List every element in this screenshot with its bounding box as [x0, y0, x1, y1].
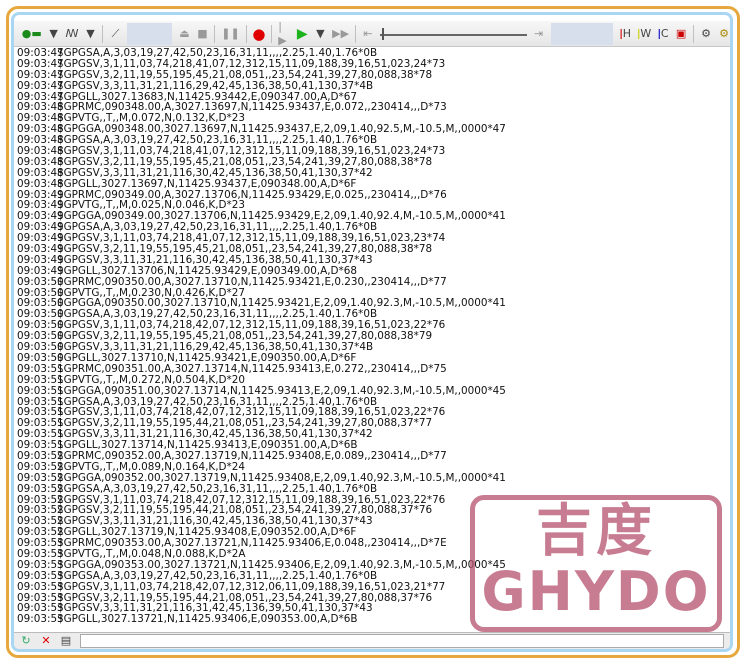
command-input[interactable]	[80, 634, 724, 648]
log-timestamp: 09:03:53	[17, 580, 64, 593]
gear-icon[interactable]: ⚙	[700, 26, 712, 42]
play-icon[interactable]: ▶	[296, 26, 308, 42]
thermometer-w-icon[interactable]: ǀW	[637, 26, 651, 42]
log-timestamp: 09:03:53	[17, 569, 64, 582]
thermometer-c-icon[interactable]: ǀC	[657, 26, 669, 42]
log-timestamp: 09:03:52	[17, 471, 64, 484]
log-message: $GPGSV,3,1,11,03,74,218,42,07,12,312,06,…	[57, 580, 446, 593]
skip-start-icon[interactable]: ⇤	[362, 26, 374, 42]
toolbar-blank	[550, 22, 614, 45]
log-line: 09:03:53 $GPGLL,3027.13721,N,11425.93406,…	[17, 614, 730, 625]
log-timestamp: 09:03:52	[17, 482, 64, 495]
log-message: $GPGGA,090351.00,3027.13714,N,11425.9341…	[57, 384, 506, 397]
toolbar-blank	[127, 22, 173, 45]
log-line: 09:03:48 $GPGLL,3027.13697,N,11425.93437,…	[17, 177, 730, 190]
log-message: $GPGLL,3027.13697,N,11425.93437,E,090348…	[57, 177, 357, 190]
log-line: 09:03:47 $GPGSV,3,3,11,31,21,116,29,42,45…	[17, 79, 730, 92]
log-message: $GPGSA,A,3,03,19,27,42,50,23,16,31,11,,,…	[57, 482, 378, 495]
eject-icon[interactable]: ⏏	[178, 26, 190, 42]
separator	[245, 24, 247, 43]
log-timestamp: 09:03:48	[17, 177, 64, 190]
nmea-log[interactable]: 09:03:47 $GPGSA,A,3,03,19,27,42,50,23,16,…	[17, 48, 730, 633]
log-line: 09:03:50 $GPRMC,090350.00,A,3027.13710,N,…	[17, 275, 730, 288]
log-timestamp: 09:03:47	[17, 79, 64, 92]
wand-icon[interactable]: ⟋	[109, 26, 121, 42]
app-window: ●▬ ▼ ꟿ ▼ ⟋ ⏏ ■ ❚❚ ● |▶ ▶ ▼ ▶▶ ⇤ ⇥ ǀH ǀW …	[11, 12, 733, 652]
status-bar: ↻ ✕ ▤	[14, 632, 730, 649]
log-timestamp: 09:03:53	[17, 613, 64, 626]
c-label: C	[660, 26, 669, 40]
log-message: $GPRMC,090350.00,A,3027.13710,N,11425.93…	[57, 275, 447, 288]
refresh-icon[interactable]: ↻	[20, 633, 32, 649]
separator	[214, 24, 216, 43]
separator	[354, 24, 356, 43]
separator	[693, 24, 695, 43]
separator	[271, 24, 273, 43]
log-message: $GPGSA,A,3,03,19,27,42,50,23,16,31,11,,,…	[57, 569, 378, 582]
h-label: H	[622, 26, 631, 40]
signal-icon[interactable]: ꟿ	[65, 26, 78, 42]
log-line: 09:03:53 $GPGSV,3,1,11,03,74,218,42,07,12…	[17, 580, 730, 593]
log-line: 09:03:51 $GPVTG,,T,,M,0.272,N,0.504,K,D*2…	[17, 373, 730, 386]
dropdown-icon[interactable]: ▼	[314, 26, 326, 42]
log-message: $GPGLL,3027.13721,N,11425.93406,E,090353…	[57, 613, 358, 626]
toolbar: ●▬ ▼ ꟿ ▼ ⟋ ⏏ ■ ❚❚ ● |▶ ▶ ▼ ▶▶ ⇤ ⇥ ǀH ǀW …	[14, 20, 730, 47]
thermometer-h-icon[interactable]: ǀH	[619, 26, 631, 42]
stop-icon[interactable]: ■	[196, 26, 208, 42]
clear-icon[interactable]: ✕	[40, 633, 52, 649]
panel-icon[interactable]: ▣	[675, 26, 687, 42]
log-message: $GPGGA,090352.00,3027.13719,N,11425.9340…	[57, 471, 506, 484]
dropdown-icon[interactable]: ▼	[48, 26, 60, 42]
record-icon[interactable]: ●	[252, 26, 265, 42]
log-timestamp: 09:03:51	[17, 384, 64, 397]
log-message: $GPGSV,3,3,11,31,21,116,29,42,45,136,38,…	[57, 79, 374, 92]
gear-warn-icon[interactable]: ⚙	[718, 26, 730, 42]
log-line: 09:03:52 $GPGSA,A,3,03,19,27,42,50,23,16,…	[17, 482, 730, 495]
pause-icon[interactable]: ❚❚	[221, 26, 239, 42]
slider-handle[interactable]	[381, 27, 384, 40]
connect-icon[interactable]: ●▬	[22, 26, 42, 42]
dropdown-icon[interactable]: ▼	[84, 26, 96, 42]
w-label: W	[640, 26, 652, 40]
window-icon[interactable]: ▤	[60, 633, 72, 649]
step-icon[interactable]: |▶	[278, 20, 290, 47]
log-line: 09:03:51 $GPGGA,090351.00,3027.13714,N,11…	[17, 384, 730, 397]
log-timestamp: 09:03:51	[17, 373, 64, 386]
log-timestamp: 09:03:50	[17, 275, 64, 288]
skip-end-icon[interactable]: ⇥	[533, 26, 545, 42]
log-line: 09:03:53 $GPGSA,A,3,03,19,27,42,50,23,16,…	[17, 569, 730, 582]
playback-slider[interactable]	[379, 27, 527, 41]
log-line: 09:03:52 $GPGGA,090352.00,3027.13719,N,11…	[17, 471, 730, 484]
log-message: $GPVTG,,T,,M,0.272,N,0.504,K,D*20	[57, 373, 245, 386]
separator	[102, 24, 104, 43]
fast-forward-icon[interactable]: ▶▶	[332, 26, 349, 42]
